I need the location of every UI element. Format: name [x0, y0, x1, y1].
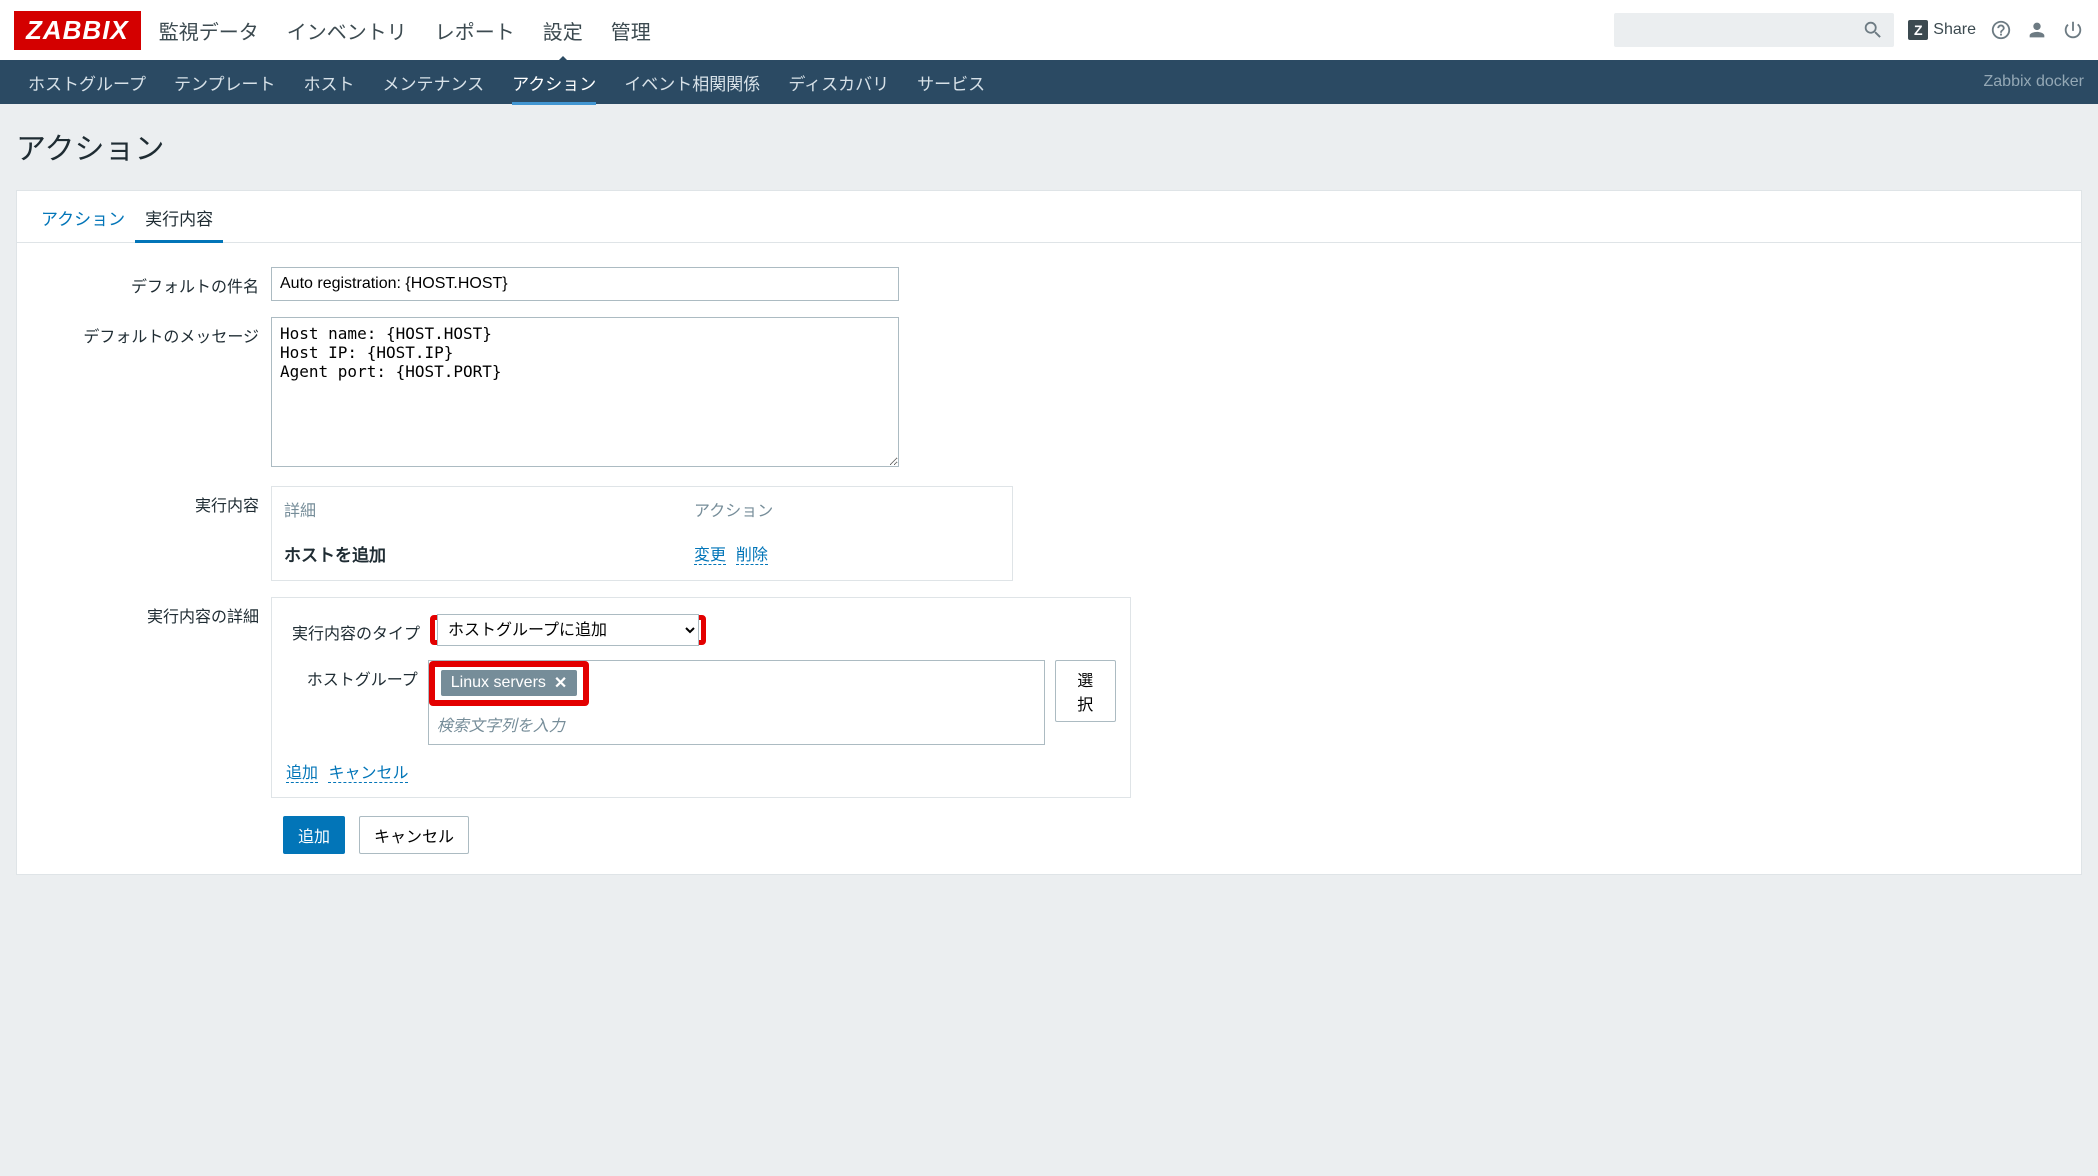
subnav-templates[interactable]: テンプレート — [160, 60, 290, 105]
row-operations: 実行内容 詳細 アクション ホストを追加 変更 削除 — [33, 486, 2065, 581]
operation-details-box: 実行内容のタイプ ホストグループに追加 ホストグループ — [271, 597, 1131, 798]
label-operation-details: 実行内容の詳細 — [33, 597, 271, 627]
label-hostgroup: ホストグループ — [286, 660, 428, 690]
form-area: デフォルトの件名 デフォルトのメッセージ Host name: {HOST.HO… — [17, 243, 2081, 874]
input-default-subject[interactable] — [271, 267, 899, 301]
operations-row: ホストを追加 変更 削除 — [272, 531, 1012, 580]
subnav-discovery[interactable]: ディスカバリ — [774, 60, 903, 105]
operations-row-detail: ホストを追加 — [284, 541, 694, 566]
hostgroup-placeholder: 検索文字列を入力 — [429, 706, 1044, 744]
topnav-configuration[interactable]: 設定 — [543, 0, 583, 63]
submit-button[interactable]: 追加 — [283, 816, 345, 854]
topbar: ZABBIX 監視データ インベントリ レポート 設定 管理 Z Share — [0, 0, 2098, 60]
operations-table: 詳細 アクション ホストを追加 変更 削除 — [271, 486, 1013, 581]
topnav-inventory[interactable]: インベントリ — [287, 0, 407, 63]
search-icon[interactable] — [1862, 19, 1884, 41]
highlight-hostgroup-tag: Linux servers ✕ — [429, 661, 590, 706]
row-default-subject: デフォルトの件名 — [33, 267, 2065, 301]
zabbix-z-icon: Z — [1908, 20, 1928, 40]
operations-row-actions: 変更 削除 — [694, 541, 1000, 566]
share-label: Share — [1933, 21, 1976, 39]
share-button[interactable]: Z Share — [1908, 20, 1976, 40]
logo[interactable]: ZABBIX — [14, 11, 141, 50]
user-icon[interactable] — [2026, 19, 2048, 41]
subnav-hosts[interactable]: ホスト — [289, 60, 368, 105]
subnav-actions[interactable]: アクション — [498, 60, 610, 105]
subnav-services[interactable]: サービス — [903, 60, 999, 105]
hostgroup-multiselect[interactable]: Linux servers ✕ 検索文字列を入力 — [428, 660, 1045, 745]
page-title: アクション — [16, 124, 2082, 168]
topbar-right: Z Share — [1614, 13, 2084, 47]
label-operation-type: 実行内容のタイプ — [286, 614, 430, 644]
subnav-eventcorrelation[interactable]: イベント相関関係 — [610, 60, 774, 105]
highlight-operation-type: ホストグループに追加 — [430, 615, 706, 645]
tabs: アクション 実行内容 — [17, 191, 2081, 243]
row-default-message: デフォルトのメッセージ Host name: {HOST.HOST} Host … — [33, 317, 2065, 470]
search-box[interactable] — [1614, 13, 1894, 47]
row-hostgroup: ホストグループ Linux servers ✕ 検索 — [286, 660, 1116, 745]
close-icon[interactable]: ✕ — [554, 673, 567, 693]
page: アクション アクション 実行内容 デフォルトの件名 デフォルトのメッセージ Ho… — [0, 104, 2098, 1176]
details-add-link[interactable]: 追加 — [286, 765, 318, 783]
tab-operations[interactable]: 実行内容 — [135, 191, 223, 242]
hostgroup-tag[interactable]: Linux servers ✕ — [441, 670, 578, 696]
subnav: ホストグループ テンプレート ホスト メンテナンス アクション イベント相関関係… — [0, 60, 2098, 104]
panel: アクション 実行内容 デフォルトの件名 デフォルトのメッセージ Host nam… — [16, 190, 2082, 875]
hostgroup-tag-label: Linux servers — [451, 674, 546, 692]
row-operation-details: 実行内容の詳細 実行内容のタイプ ホストグループに追加 — [33, 597, 2065, 798]
cancel-button[interactable]: キャンセル — [359, 816, 469, 854]
power-icon[interactable] — [2062, 19, 2084, 41]
hostgroup-select-button[interactable]: 選択 — [1055, 660, 1116, 722]
label-default-message: デフォルトのメッセージ — [33, 317, 271, 347]
subnav-servername: Zabbix docker — [1984, 73, 2085, 91]
operations-col-detail: 詳細 — [284, 497, 694, 521]
select-operation-type[interactable]: ホストグループに追加 — [437, 614, 699, 646]
row-operation-type: 実行内容のタイプ ホストグループに追加 — [286, 614, 1116, 646]
details-cancel-link[interactable]: キャンセル — [328, 765, 408, 783]
operations-col-action: アクション — [694, 497, 1000, 521]
label-default-subject: デフォルトの件名 — [33, 267, 271, 297]
help-icon[interactable] — [1990, 19, 2012, 41]
details-action-links: 追加 キャンセル — [286, 759, 1116, 783]
operations-header: 詳細 アクション — [272, 487, 1012, 531]
operations-delete-link[interactable]: 削除 — [736, 547, 768, 565]
operations-edit-link[interactable]: 変更 — [694, 547, 726, 565]
topnav: 監視データ インベントリ レポート 設定 管理 — [159, 0, 651, 63]
subnav-maintenance[interactable]: メンテナンス — [368, 60, 498, 105]
topnav-administration[interactable]: 管理 — [611, 0, 651, 63]
form-buttons: 追加 キャンセル — [33, 816, 2065, 854]
topnav-reports[interactable]: レポート — [435, 0, 515, 63]
subnav-hostgroups[interactable]: ホストグループ — [14, 60, 160, 105]
topnav-monitoring[interactable]: 監視データ — [159, 0, 259, 63]
textarea-default-message[interactable]: Host name: {HOST.HOST} Host IP: {HOST.IP… — [271, 317, 899, 467]
label-operations: 実行内容 — [33, 486, 271, 516]
tab-action[interactable]: アクション — [31, 191, 135, 242]
